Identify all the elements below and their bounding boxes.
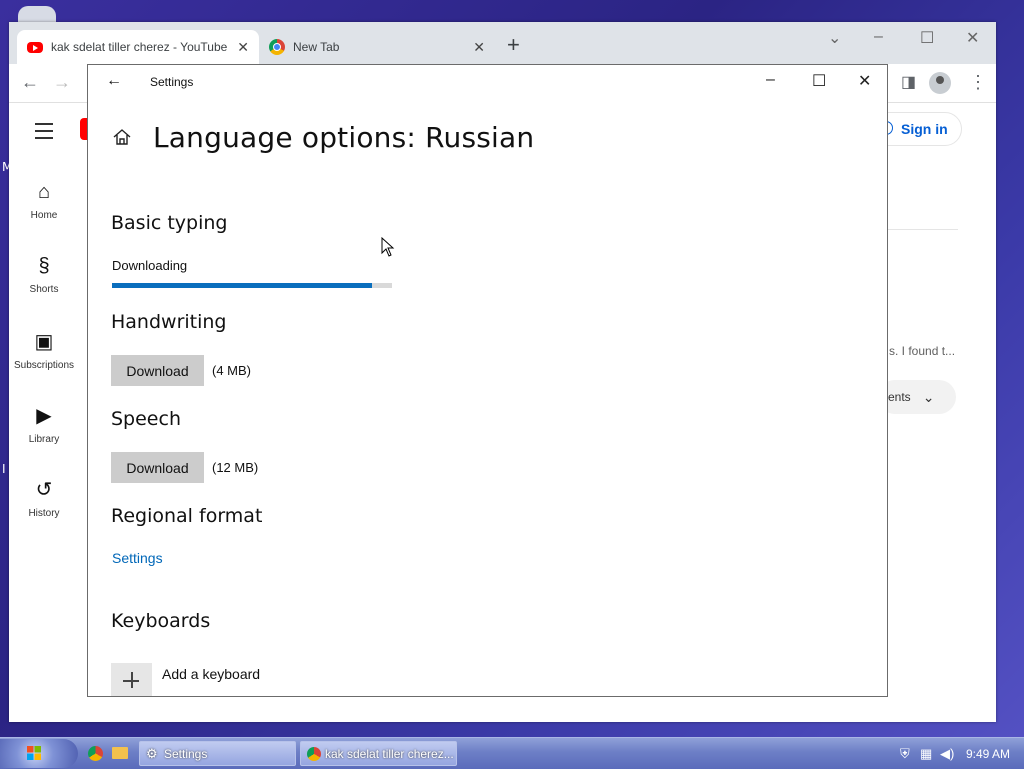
maximize-icon[interactable]: ☐ xyxy=(812,71,826,91)
volume-icon[interactable]: ◀) xyxy=(940,746,954,762)
close-icon[interactable]: ✕ xyxy=(966,28,979,48)
history-icon: ↺ xyxy=(35,479,53,501)
chevron-down-icon: ⌄ xyxy=(922,388,935,405)
section-title-handwriting: Handwriting xyxy=(111,311,227,333)
windows-logo-icon xyxy=(27,746,41,760)
minimize-icon[interactable]: – xyxy=(766,71,775,89)
sidebar-item-label: History xyxy=(28,508,60,519)
sidebar-item-history[interactable]: ↺ History xyxy=(9,477,79,519)
network-icon[interactable]: ▦ xyxy=(920,746,932,762)
youtube-icon xyxy=(27,41,43,53)
taskbar: ⚙ Settings kak sdelat tiller cherez... ⛨… xyxy=(0,737,1024,769)
sidebar-item-label: Home xyxy=(30,210,58,221)
new-tab-button[interactable]: + xyxy=(507,34,520,56)
comments-sort-chip[interactable]: ents ⌄ xyxy=(878,380,956,414)
home-icon[interactable] xyxy=(112,127,132,147)
library-icon: ▶ xyxy=(36,405,52,427)
hamburger-menu-icon[interactable] xyxy=(35,123,53,144)
chrome-quicklaunch-icon[interactable] xyxy=(88,746,103,761)
sidebar-item-label: Library xyxy=(28,434,60,445)
sidebar-item-home[interactable]: ⌂ Home xyxy=(9,181,79,221)
download-progress-bar xyxy=(112,283,392,288)
tab-title: kak sdelat tiller cherez - YouTube xyxy=(51,40,228,54)
section-title-speech: Speech xyxy=(111,408,181,430)
taskbar-settings-button[interactable]: ⚙ Settings xyxy=(139,741,296,766)
download-size: (4 MB) xyxy=(212,363,251,378)
settings-window: ← Settings – ☐ ✕ Language options: Russi… xyxy=(87,64,888,697)
download-status: Downloading xyxy=(112,258,188,273)
sidebar-item-subscriptions[interactable]: ▣ Subscriptions xyxy=(9,329,79,371)
download-speech-button[interactable]: Download xyxy=(111,452,204,483)
tab-search-icon[interactable]: ⌄ xyxy=(828,28,841,48)
taskbar-chrome-button[interactable]: kak sdelat tiller cherez... xyxy=(300,741,457,766)
shorts-icon: § xyxy=(38,255,50,277)
side-panel-icon[interactable]: ◨ xyxy=(901,72,916,92)
sidebar-item-label: Subscriptions xyxy=(13,360,75,371)
home-icon: ⌂ xyxy=(37,181,51,203)
folder-icon[interactable] xyxy=(112,747,128,759)
sign-in-label: Sign in xyxy=(901,121,948,137)
tab-strip: kak sdelat tiller cherez - YouTube ✕ New… xyxy=(9,22,996,64)
clock[interactable]: 9:49 AM xyxy=(966,747,1010,761)
desktop-edge-glyph: I xyxy=(2,462,6,476)
subscriptions-icon: ▣ xyxy=(34,331,54,353)
section-title-regional-format: Regional format xyxy=(111,505,263,527)
sidebar-item-label: Shorts xyxy=(29,284,59,295)
back-arrow-icon[interactable]: ← xyxy=(21,72,39,93)
sidebar-item-shorts[interactable]: § Shorts xyxy=(9,255,79,295)
taskbar-button-label: Settings xyxy=(164,746,208,761)
gear-icon: ⚙ xyxy=(146,745,158,761)
forward-arrow-icon[interactable]: → xyxy=(53,72,71,93)
mouse-cursor-icon xyxy=(381,237,395,257)
close-icon[interactable]: ✕ xyxy=(858,71,871,91)
tab-new-tab[interactable]: New Tab ✕ xyxy=(259,30,495,64)
download-size: (12 MB) xyxy=(212,460,259,475)
video-description-snippet: s. I found t... xyxy=(889,344,956,358)
download-handwriting-button[interactable]: Download xyxy=(111,355,204,386)
regional-format-settings-link[interactable]: Settings xyxy=(112,550,163,566)
minimize-icon[interactable]: – xyxy=(874,28,883,46)
profile-avatar[interactable] xyxy=(929,72,951,94)
settings-titlebar: ← Settings – ☐ ✕ xyxy=(88,65,887,99)
page-title: Language options: Russian xyxy=(153,121,535,154)
start-button[interactable] xyxy=(0,739,78,768)
window-title: Settings xyxy=(150,75,194,89)
close-tab-icon[interactable]: ✕ xyxy=(237,39,249,56)
add-keyboard-button[interactable]: Add a keyboard xyxy=(162,666,260,682)
tab-title: New Tab xyxy=(293,40,340,54)
section-title-keyboards: Keyboards xyxy=(111,610,211,632)
back-arrow-icon[interactable]: ← xyxy=(106,72,122,90)
chrome-icon xyxy=(307,746,321,761)
section-title-basic-typing: Basic typing xyxy=(111,212,228,234)
more-menu-icon[interactable]: ⋮ xyxy=(969,72,987,93)
shield-icon[interactable]: ⛨ xyxy=(900,746,910,762)
sidebar-item-library[interactable]: ▶ Library xyxy=(9,403,79,445)
chip-label: ents xyxy=(888,390,911,404)
maximize-icon[interactable]: ☐ xyxy=(920,28,934,48)
close-tab-icon[interactable]: ✕ xyxy=(473,39,485,56)
plus-icon[interactable] xyxy=(111,663,152,696)
chrome-icon xyxy=(269,39,285,55)
progress-fill xyxy=(112,283,373,288)
divider xyxy=(888,229,958,230)
tab-youtube[interactable]: kak sdelat tiller cherez - YouTube ✕ xyxy=(17,30,259,64)
taskbar-button-label: kak sdelat tiller cherez... xyxy=(325,746,454,761)
